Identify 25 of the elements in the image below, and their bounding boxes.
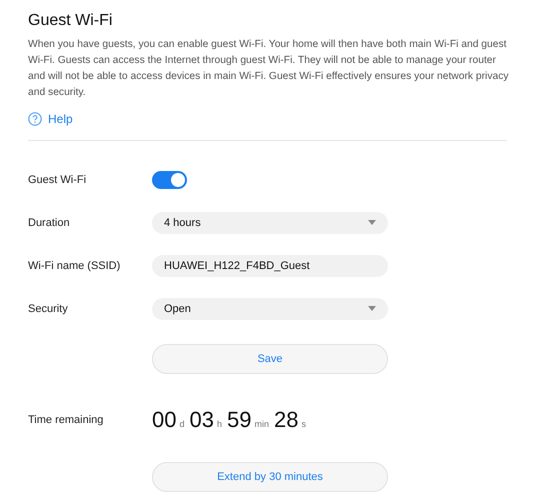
caret-icon	[368, 220, 376, 225]
time-unit: h	[216, 419, 222, 429]
setting-label: Duration	[28, 216, 71, 228]
caret-icon	[368, 306, 376, 311]
setting-label: Wi-Fi name (SSID)	[28, 260, 122, 272]
extend-button[interactable]: Extend by 30 minutes	[152, 462, 388, 492]
countdown-number: 28	[274, 407, 298, 433]
countdown-number: 00	[152, 407, 176, 433]
page-title: Guest Wi-Fi	[28, 12, 114, 30]
dropdown[interactable]: 4 hours	[152, 212, 388, 234]
countdown-number: 59	[227, 407, 252, 433]
setting-label: Guest Wi-Fi	[28, 174, 88, 186]
time-unit: min	[254, 419, 269, 429]
toggle-switch[interactable]	[152, 170, 187, 188]
time-unit: d	[179, 419, 184, 429]
time-remaining-label: Time remaining	[28, 414, 104, 426]
help-link[interactable]: Help	[48, 112, 73, 126]
setting-label: Security	[28, 302, 69, 314]
save-button[interactable]: Save	[152, 344, 388, 374]
countdown-number: 03	[190, 407, 214, 433]
input-field[interactable]: HUAWEI_H122_F4BD_Guest	[152, 254, 388, 276]
help-icon[interactable]	[28, 112, 42, 126]
description-text: When you have guests, you can enable guest Wi-Fi. Your home will then have both main Wi-Fi and guest Wi-Fi. Guests can access the Internet through guest Wi-Fi. They will not be able to manage your router and will not be able to access devices in main Wi-Fi. Guest Wi-Fi effectively ensures your network privacy and security.	[28, 38, 510, 100]
time-unit: s	[301, 419, 306, 429]
dropdown[interactable]: Open	[152, 298, 388, 320]
